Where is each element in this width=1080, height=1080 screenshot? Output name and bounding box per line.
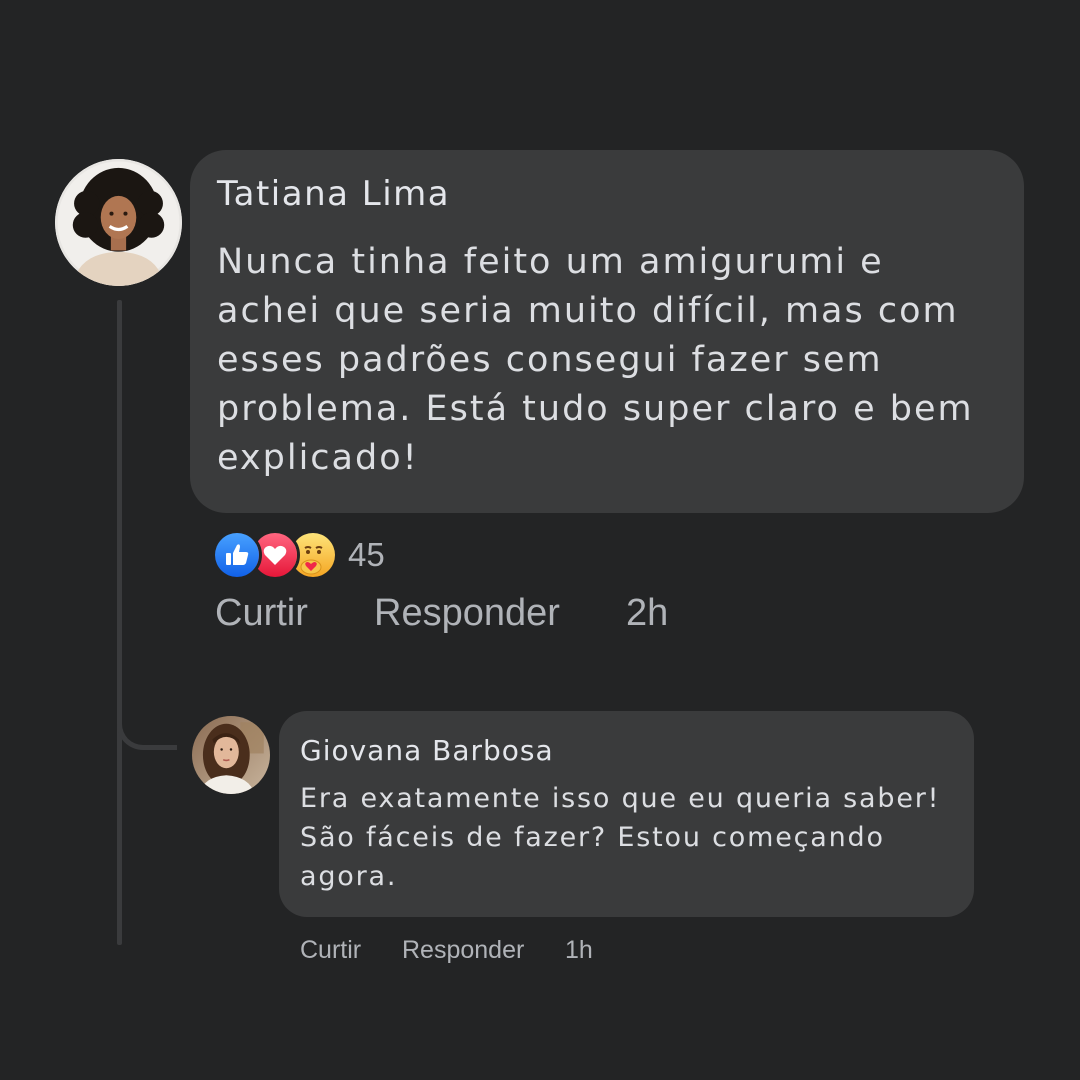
avatar-photo-giovana [192,716,270,794]
reply-actions: Curtir Responder 1h [300,936,593,965]
thread-reply-branch [117,700,177,750]
reply-bubble: Giovana Barbosa Era exatamente isso que … [279,711,974,917]
reply-text: Era exatamente isso que eu queria saber!… [300,783,941,892]
like-button[interactable]: Curtir [215,592,374,635]
comment-author-name[interactable]: Tatiana Lima [217,172,997,216]
reply-reply-button[interactable]: Responder [402,936,565,965]
comment-bubble: Tatiana Lima Nunca tinha feito um amigur… [190,150,1024,513]
reply-avatar[interactable] [192,716,270,794]
reply-timestamp[interactable]: 1h [565,936,593,965]
like-icon [212,530,262,580]
reply-author-name[interactable]: Giovana Barbosa [300,731,953,771]
reactions-summary[interactable]: 45 [212,530,385,580]
comment-timestamp[interactable]: 2h [626,592,668,635]
comment-actions: Curtir Responder 2h [215,592,668,635]
reply-button[interactable]: Responder [374,592,626,635]
avatar[interactable] [55,159,182,286]
reaction-count: 45 [348,536,385,573]
avatar-photo-tatiana [55,159,182,286]
thread-connector-line [117,300,122,945]
comment-thread: Tatiana Lima Nunca tinha feito um amigur… [0,0,1080,1080]
reply-like-button[interactable]: Curtir [300,936,402,965]
comment-text: Nunca tinha feito um amigurumi e achei q… [217,242,974,478]
